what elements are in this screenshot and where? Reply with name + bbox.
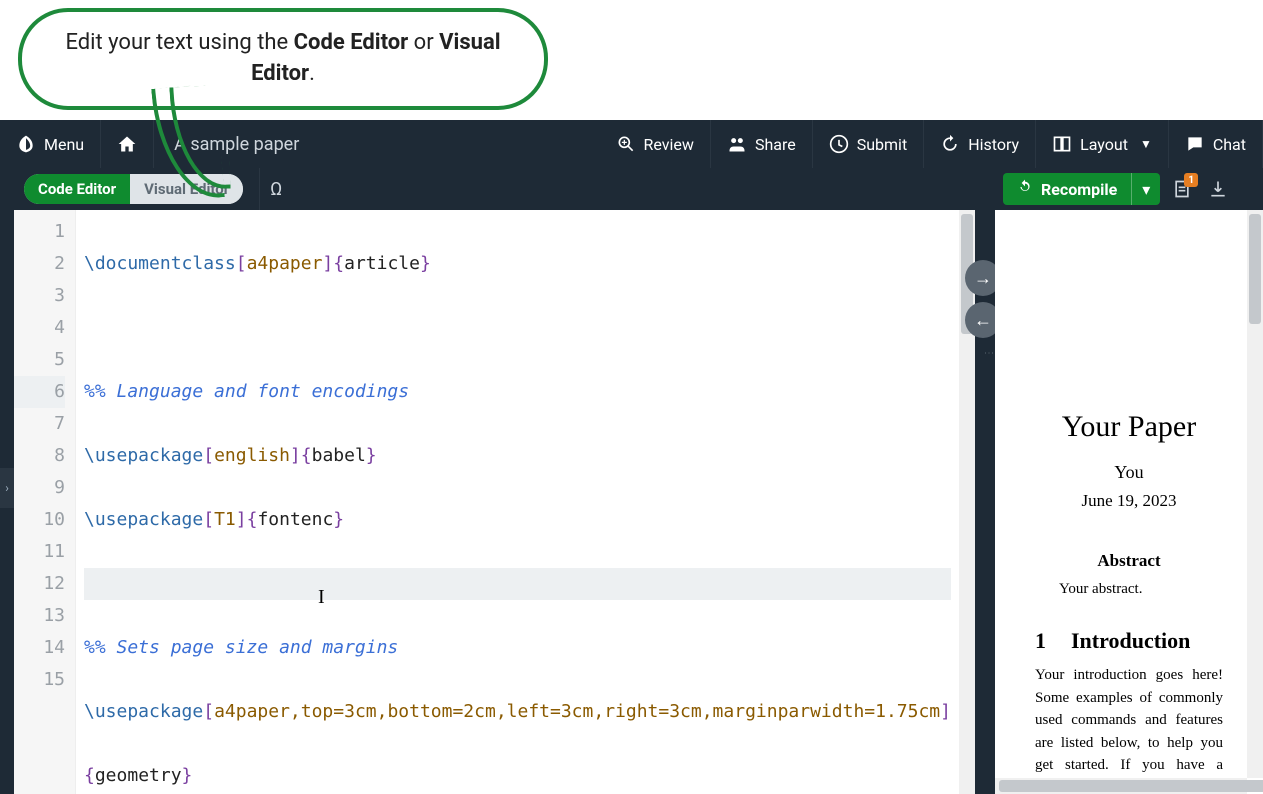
line-number: 7 <box>14 408 65 440</box>
pdf-section-title: Introduction <box>1071 628 1190 653</box>
editor-pane: Code Editor Visual Editor Ω 1 2 3 4 5 6 … <box>14 168 975 794</box>
line-number: 12 <box>14 568 65 600</box>
recompile-dropdown[interactable]: ▾ <box>1131 173 1160 205</box>
submit-label: Submit <box>857 135 907 154</box>
callout-text-suffix: . <box>309 61 315 86</box>
line-gutter: 1 2 3 4 5 6 7 8 9 10 11 12 13 14 15 <box>14 210 76 794</box>
callout-text-mid: or <box>408 30 439 55</box>
tutorial-callout: Edit your text using the Code Editor or … <box>18 8 548 110</box>
text-cursor-icon: I <box>318 586 325 609</box>
layout-label: Layout <box>1080 135 1128 154</box>
share-icon <box>727 134 747 154</box>
line-number: 4 <box>14 312 65 344</box>
tab-code-editor[interactable]: Code Editor <box>24 174 130 204</box>
download-button[interactable] <box>1204 175 1232 203</box>
code-content[interactable]: \documentclass[a4paper]{article} %% Lang… <box>76 210 959 794</box>
leaf-icon <box>16 134 36 154</box>
editor-header: Code Editor Visual Editor Ω <box>14 168 975 210</box>
submit-icon <box>829 134 849 154</box>
recompile-group: Recompile ▾ <box>1003 173 1160 205</box>
callout-text-b1: Code Editor <box>294 30 409 55</box>
chat-button[interactable]: Chat <box>1169 120 1263 168</box>
history-icon <box>940 134 960 154</box>
pdf-page: Your Paper You June 19, 2023 Abstract Yo… <box>995 210 1263 794</box>
menu-label: Menu <box>44 135 84 154</box>
pdf-abstract-text: Your abstract. <box>1035 581 1223 598</box>
chevron-down-icon: ▾ <box>1142 180 1150 199</box>
line-number: 3 <box>14 280 65 312</box>
chevron-down-icon: ▼ <box>1140 137 1152 151</box>
expand-filetree-button[interactable]: › <box>0 468 14 508</box>
pdf-section-heading: 1Introduction <box>1035 628 1223 654</box>
review-icon <box>616 134 636 154</box>
review-button[interactable]: Review <box>600 120 711 168</box>
pdf-scrollbar-vertical[interactable] <box>1247 210 1263 778</box>
share-label: Share <box>755 135 796 154</box>
pdf-preview[interactable]: Your Paper You June 19, 2023 Abstract Yo… <box>995 210 1263 794</box>
symbol-palette-button[interactable]: Ω <box>259 168 292 210</box>
layout-button[interactable]: Layout ▼ <box>1036 120 1169 168</box>
layout-icon <box>1052 134 1072 154</box>
line-number: 5 <box>14 344 65 376</box>
line-number: 13 <box>14 600 65 632</box>
recompile-button[interactable]: Recompile <box>1003 179 1131 199</box>
submit-button[interactable]: Submit <box>813 120 924 168</box>
menu-button[interactable]: Menu <box>0 120 101 168</box>
history-button[interactable]: History <box>924 120 1036 168</box>
logs-badge: 1 <box>1184 173 1198 187</box>
line-number: 1 <box>14 216 65 248</box>
pdf-section-body: Your introduction goes here! Some exampl… <box>1035 664 1223 794</box>
line-number: 2 <box>14 248 65 280</box>
callout-text-prefix: Edit your text using the <box>65 30 293 55</box>
line-number: 15 <box>14 664 65 696</box>
pane-divider[interactable]: → ← ⋮ <box>975 168 995 794</box>
line-number: 11 <box>14 536 65 568</box>
drag-handle-icon: ⋮ <box>983 348 994 360</box>
pdf-section-number: 1 <box>1035 628 1071 654</box>
line-number: 8 <box>14 440 65 472</box>
pdf-title: Your Paper <box>1035 410 1223 444</box>
line-number: 6 <box>14 376 65 408</box>
editor-scrollbar[interactable] <box>959 210 975 794</box>
pdf-author: You <box>1035 462 1223 483</box>
code-editor[interactable]: 1 2 3 4 5 6 7 8 9 10 11 12 13 14 15 \doc… <box>14 210 975 794</box>
refresh-icon <box>1017 179 1033 199</box>
recompile-label: Recompile <box>1041 180 1117 199</box>
share-button[interactable]: Share <box>711 120 813 168</box>
home-button[interactable] <box>101 120 154 168</box>
callout-bubble: Edit your text using the Code Editor or … <box>18 8 548 110</box>
line-number: 10 <box>14 504 65 536</box>
workspace: › Code Editor Visual Editor Ω 1 2 3 4 5 … <box>0 168 1263 794</box>
review-label: Review <box>644 135 694 154</box>
pdf-scrollbar-horizontal[interactable] <box>995 778 1247 794</box>
home-icon <box>117 134 137 154</box>
line-number: 9 <box>14 472 65 504</box>
scrollbar-thumb[interactable] <box>999 780 1263 792</box>
left-rail: › <box>0 168 14 794</box>
scrollbar-thumb[interactable] <box>1249 214 1261 324</box>
chat-icon <box>1185 134 1205 154</box>
line-number: 14 <box>14 632 65 664</box>
chat-label: Chat <box>1213 135 1246 154</box>
preview-header: Recompile ▾ 1 <box>995 168 1263 210</box>
pdf-abstract-heading: Abstract <box>1035 551 1223 571</box>
preview-pane: Recompile ▾ 1 Your Paper You June 19, 20… <box>995 168 1263 794</box>
logs-button[interactable]: 1 <box>1168 175 1196 203</box>
history-label: History <box>968 135 1019 154</box>
pdf-date: June 19, 2023 <box>1035 491 1223 511</box>
